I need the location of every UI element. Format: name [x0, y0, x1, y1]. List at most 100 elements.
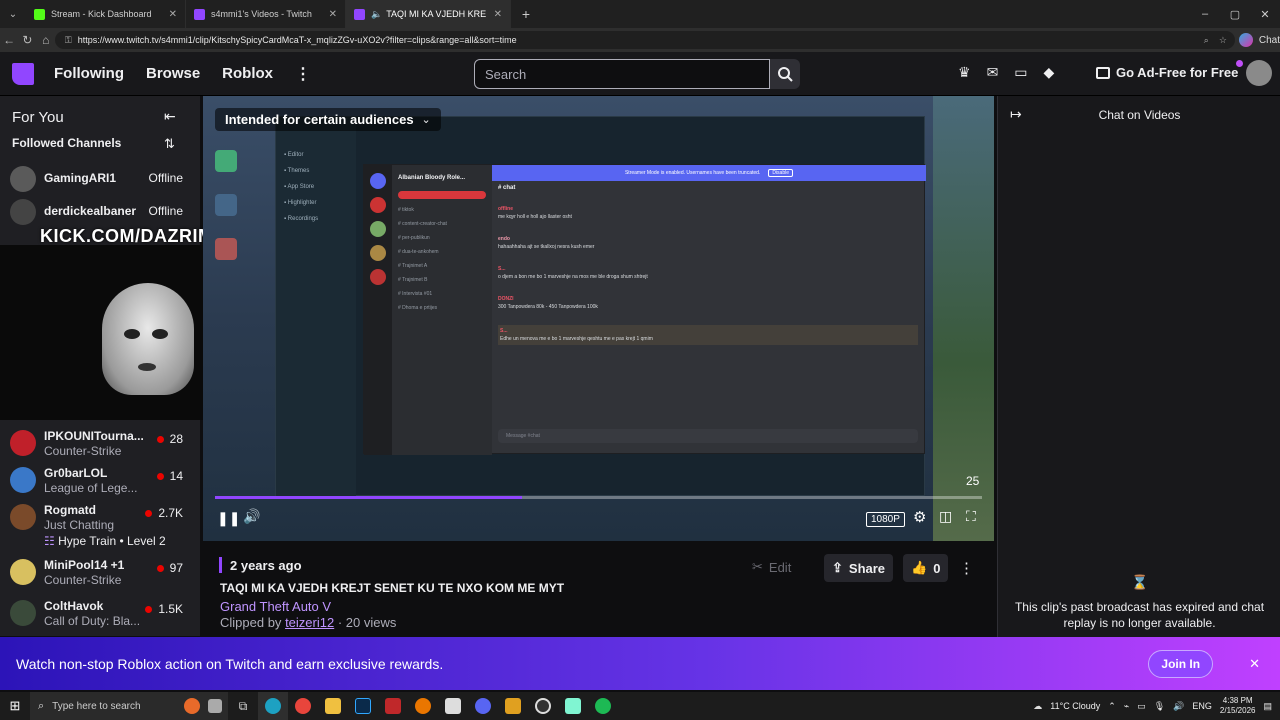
sort-icon[interactable]: ⇅	[164, 136, 175, 152]
search-input[interactable]: Search	[474, 59, 770, 89]
message-author: endo	[498, 236, 510, 242]
nav-following[interactable]: Following	[54, 65, 124, 82]
nav-browse[interactable]: Browse	[146, 65, 200, 82]
sidebar-item-minipool14[interactable]: MiniPool14 +1 Counter-Strike 97	[10, 555, 195, 591]
windows-start-icon[interactable]: ⊞	[0, 692, 30, 720]
minimize-icon[interactable]: –	[1190, 0, 1220, 28]
channel-name: GamingARI1	[44, 171, 117, 185]
share-button[interactable]: ⇪ Share	[824, 554, 894, 582]
taskbar-search-placeholder: Type here to search	[52, 700, 141, 712]
task-view-icon[interactable]: ⧉	[228, 692, 258, 720]
pause-button[interactable]: ❚❚	[217, 510, 240, 527]
store-icon[interactable]	[438, 692, 468, 720]
sidebar-item-ipkouni[interactable]: IPKOUNITourna... Counter-Strike 28	[10, 426, 195, 462]
window-close-icon[interactable]: ✕	[1250, 0, 1280, 28]
blender-icon[interactable]	[408, 692, 438, 720]
collapse-sidebar-icon[interactable]: ⇤	[164, 108, 176, 125]
message-text: Edhe un menova me e bo 1 marveshje qesht…	[500, 336, 653, 342]
quality-badge[interactable]: 1080P	[866, 512, 905, 527]
weather-text[interactable]: 11°C Cloudy	[1050, 701, 1100, 711]
network-icon[interactable]: ⌁	[1124, 701, 1129, 712]
channel-name: Gr0barLOL	[44, 466, 108, 480]
sidebar-item-colthavok[interactable]: ColtHavok Call of Duty: Bla... 1.5K	[10, 596, 195, 632]
photoshop-icon[interactable]	[348, 692, 378, 720]
obs-icon[interactable]	[528, 692, 558, 720]
discord-channel-header: # chat	[498, 185, 516, 191]
hype-train-icon: ☷	[44, 534, 55, 548]
search-icon	[778, 67, 793, 82]
more-menu-icon[interactable]: ⋮	[295, 64, 311, 84]
fullscreen-icon[interactable]: ⛶	[966, 508, 976, 525]
sidebar-item-rogmatd[interactable]: Rogmatd Just Chatting 2.7K ☷ Hype Train …	[10, 500, 195, 552]
nav-roblox[interactable]: Roblox	[222, 65, 273, 82]
channel-game: Call of Duty: Bla...	[44, 614, 141, 628]
close-tab-icon[interactable]: ✕	[321, 9, 337, 20]
notifications-icon[interactable]: ▤	[1263, 701, 1272, 712]
mic-icon[interactable]: 🎙	[1154, 701, 1165, 712]
file-explorer-icon[interactable]	[318, 692, 348, 720]
chat-button[interactable]: Chat	[1259, 35, 1280, 46]
game-link[interactable]: Grand Theft Auto V	[220, 599, 331, 614]
twitch-favicon-icon	[194, 8, 205, 20]
windows-taskbar: ⊞ ⌕ Type here to search ⧉ ☁ 11°C Cloudy …	[0, 692, 1280, 720]
language-indicator[interactable]: ENG	[1192, 701, 1212, 711]
ad-free-button[interactable]: Go Ad-Free for Free	[1096, 65, 1238, 80]
url-field[interactable]: ⚿ https://www.twitch.tv/s4mmi1/clip/Kits…	[54, 31, 1235, 49]
tab-actions-icon[interactable]: ⌄	[0, 0, 26, 28]
sidebar-item-gr0barlol[interactable]: Gr0barLOL League of Lege... 14	[10, 463, 195, 499]
offline-status: Offline	[148, 204, 183, 218]
like-button[interactable]: 👍 0	[903, 554, 949, 582]
audience-notice[interactable]: Intended for certain audiences ⌄	[215, 108, 441, 131]
clock[interactable]: 4:38 PM 2/15/2026	[1220, 696, 1256, 716]
discord-message-input: Message #chat	[498, 429, 918, 443]
more-options-icon[interactable]: ⋮	[959, 559, 974, 577]
twitch-logo-icon[interactable]	[12, 62, 34, 85]
close-tab-icon[interactable]: ✕	[486, 9, 502, 20]
sound-icon[interactable]: 🔊	[1173, 701, 1184, 712]
mask-eye-right	[152, 329, 168, 339]
discord-taskbar-icon[interactable]	[468, 692, 498, 720]
join-in-button[interactable]: Join In	[1148, 649, 1214, 678]
tab-label: Stream - Kick Dashboard	[51, 9, 152, 19]
bits-icon[interactable]: ◆	[1044, 64, 1055, 81]
app-red-icon[interactable]	[378, 692, 408, 720]
prime-crown-icon[interactable]: ♛	[958, 64, 971, 81]
battery-icon[interactable]: ▭	[1137, 701, 1146, 712]
slack-icon[interactable]	[498, 692, 528, 720]
inbox-icon[interactable]: ✉	[987, 64, 999, 81]
taskbar-search-box[interactable]: ⌕ Type here to search	[30, 692, 228, 720]
tab-kick-dashboard[interactable]: Stream - Kick Dashboard ✕	[26, 0, 186, 28]
user-avatar[interactable]	[1246, 60, 1272, 86]
chrome-taskbar-icon[interactable]	[288, 692, 318, 720]
settings-gear-icon[interactable]: ⚙	[913, 508, 926, 526]
reload-icon[interactable]: ↻	[18, 33, 36, 47]
tab-s4mmi1-videos[interactable]: s4mmi1's Videos - Twitch ✕	[186, 0, 346, 28]
video-player[interactable]: ▪ Editor ▪ Themes ▪ App Store ▪ Highlighter…	[203, 96, 994, 541]
server-icon	[370, 245, 386, 261]
speaker-icon[interactable]: 🔈	[371, 9, 382, 20]
edge-taskbar-icon[interactable]	[258, 692, 288, 720]
new-tab-icon[interactable]: +	[511, 0, 541, 28]
zoom-icon[interactable]: ⌕	[1204, 35, 1209, 46]
back-icon[interactable]: ←	[0, 33, 18, 47]
spotify-icon[interactable]	[588, 692, 618, 720]
edit-button[interactable]: ✂ Edit	[752, 559, 791, 575]
whispers-icon[interactable]: ▭	[1014, 64, 1027, 81]
tab-current-clip[interactable]: 🔈 TAQI MI KA VJEDH KREJT SEN ✕	[346, 0, 511, 28]
message-author: offline	[498, 206, 513, 212]
restore-icon[interactable]: ▢	[1220, 0, 1250, 28]
progress-bar[interactable]	[215, 496, 982, 499]
sidebar-item-gamingari1[interactable]: GamingARI1 Offline	[10, 162, 195, 198]
tray-chevron-icon[interactable]: ⌃	[1108, 701, 1116, 712]
close-banner-icon[interactable]: ✕	[1249, 656, 1260, 672]
search-button[interactable]	[770, 59, 800, 89]
favorite-star-icon[interactable]: ☆	[1219, 35, 1227, 46]
theatre-mode-icon[interactable]: ◫	[939, 508, 952, 525]
volume-button[interactable]: 🔊	[243, 508, 260, 525]
clipper-link[interactable]: teizeri12	[285, 615, 334, 630]
avatar	[10, 199, 36, 225]
home-icon[interactable]: ⌂	[37, 33, 55, 47]
streamlabs-icon[interactable]	[558, 692, 588, 720]
close-tab-icon[interactable]: ✕	[161, 9, 177, 20]
copilot-icon[interactable]	[1238, 33, 1253, 47]
